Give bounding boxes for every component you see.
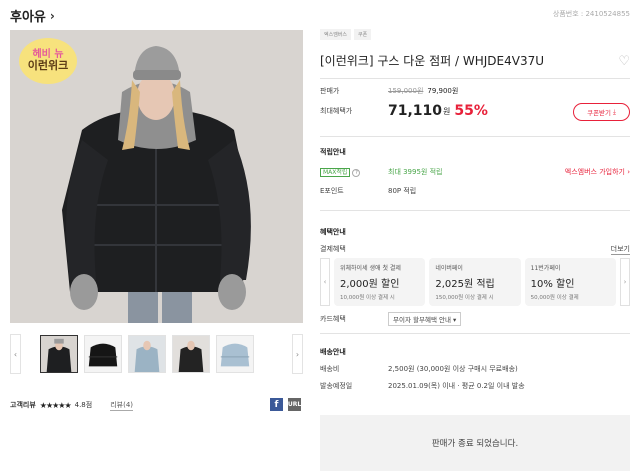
benefit-cards: ‹ 위체하이세 생애 첫 결제 2,000원 할인 10,000원 이상 결제 … — [320, 257, 630, 307]
delivery-fee-value: 2,500원 (30,000원 이상 구매시 무료배송) — [388, 365, 518, 373]
epoint-label: E포인트 — [320, 187, 344, 195]
thumbnail-3[interactable] — [128, 335, 166, 373]
max-points-text: 최대 3995원 적립 — [388, 168, 443, 176]
cards-prev-button[interactable]: ‹ — [320, 258, 330, 306]
thumbnail-4[interactable] — [172, 335, 210, 373]
brand-name: 후아유 — [10, 10, 46, 25]
product-info-panel: 엑스엠버스 쿠폰 [이런위크] 구스 다운 점퍼 / WHJDE4V37U ♡ … — [320, 0, 630, 471]
benefit-title: 혜택안내 — [320, 228, 346, 236]
pay-benefit-label: 결제혜택 — [320, 245, 346, 253]
max-tag: MAX적립 — [320, 168, 351, 177]
delivery-fee-label: 배송비 — [320, 365, 340, 373]
card-provider: 위체하이세 생애 첫 결제 — [340, 265, 401, 272]
discount-rate: 55% — [454, 103, 488, 119]
badge-line2: 이런위크 — [27, 59, 69, 73]
best-price-row: 최대혜택가 71,110 원 55% — [320, 103, 488, 119]
cards-next-button[interactable]: › — [619, 258, 630, 306]
chevron-right-icon: › — [49, 8, 55, 23]
currency-unit: 원 — [443, 106, 451, 116]
benefit-card[interactable]: 11번가페이 10% 할인 50,000원 이상 결제 — [524, 258, 616, 306]
join-xmembers-link[interactable]: 엑스엠버스 가입하기 › — [565, 167, 630, 177]
original-price: 159,000원 — [388, 87, 424, 95]
thumbnail-2[interactable] — [84, 335, 122, 373]
card-benefit-row: 카드혜택 무이자 할부혜택 안내 ▾ — [320, 312, 462, 326]
tag-coupon: 쿠폰 — [354, 29, 372, 40]
card-condition: 50,000원 이상 결제 — [530, 295, 579, 301]
review-link[interactable]: 리뷰(4) — [110, 400, 133, 411]
best-price-label: 최대혜택가 — [320, 107, 353, 115]
thumb-prev-button[interactable]: ‹ — [10, 334, 21, 374]
ship-date-value: 2025.01.09(목) 이내 · 평균 0.2일 이내 발송 — [388, 382, 525, 390]
delivery-fee-row: 배송비 2,500원 (30,000원 이상 구매시 무료배송) — [320, 364, 518, 374]
card-benefit: 10% 할인 — [530, 279, 575, 290]
card-benefit: 2,025원 적립 — [435, 279, 495, 290]
thumbnail-list — [21, 335, 292, 373]
divider — [320, 333, 630, 334]
divider — [320, 78, 630, 79]
divider — [320, 136, 630, 137]
tag-xmembers: 엑스엠버스 — [320, 29, 352, 40]
epoint-value: 80P 적립 — [388, 187, 417, 195]
card-provider: 11번가페이 — [530, 265, 561, 272]
delivery-title: 배송안내 — [320, 348, 346, 356]
soldout-notice: 판매가 종료 되었습니다. — [320, 415, 630, 471]
help-icon[interactable]: ? — [352, 169, 361, 177]
facebook-icon[interactable]: f — [270, 398, 283, 411]
event-badge: 헤비 뉴 이런위크 — [19, 38, 77, 84]
more-link[interactable]: 더보기 — [610, 244, 630, 255]
main-product-image[interactable]: 헤비 뉴 이런위크 — [10, 30, 303, 323]
benefit-card[interactable]: 네이버페이 2,025원 적립 150,000원 이상 결제 시 — [429, 258, 521, 306]
card-condition: 10,000원 이상 결제 시 — [340, 295, 395, 301]
coupon-label: 쿠폰받기 — [587, 109, 612, 117]
rating-score: 4.8점 — [74, 401, 93, 409]
card-condition: 150,000원 이상 결제 시 — [435, 295, 494, 301]
product-tags: 엑스엠버스 쿠폰 — [320, 29, 372, 40]
thumb-next-button[interactable]: › — [292, 334, 303, 374]
benefit-card[interactable]: 위체하이세 생애 첫 결제 2,000원 할인 10,000원 이상 결제 시 — [334, 258, 426, 306]
card-provider: 네이버페이 — [435, 265, 463, 272]
sale-price: 79,900원 — [427, 87, 459, 95]
max-points-row: MAX적립? 최대 3995원 적립 — [320, 167, 442, 177]
best-price: 71,110 — [388, 103, 443, 119]
points-title: 적립안내 — [320, 148, 346, 156]
rating-stars: ★★★★★ — [39, 400, 72, 410]
price-label: 판매가 — [320, 87, 340, 95]
review-label: 고객리뷰 — [10, 401, 36, 409]
thumbnail-strip: ‹ › — [10, 333, 303, 375]
download-icon: ⤓ — [613, 107, 616, 116]
price-row: 판매가 159,000원 79,900원 — [320, 86, 458, 96]
card-benefit: 2,000원 할인 — [340, 279, 400, 290]
ship-date-row: 발송예정일 2025.01.09(목) 이내 · 평균 0.2일 이내 발송 — [320, 381, 525, 391]
copy-url-button[interactable]: URL — [288, 398, 301, 411]
thumbnail-5[interactable] — [216, 335, 254, 373]
ship-date-label: 발송예정일 — [320, 382, 353, 390]
product-title: [이런위크] 구스 다운 점퍼 / WHJDE4V37U — [320, 54, 545, 68]
brand-link[interactable]: 후아유 › — [10, 6, 55, 26]
max-points-label-group: MAX적립? — [320, 167, 388, 177]
review-row: 고객리뷰 ★★★★★ 4.8점 리뷰(4) f URL — [10, 398, 303, 412]
epoint-row: E포인트 80P 적립 — [320, 186, 416, 196]
divider — [320, 210, 630, 211]
coupon-button[interactable]: 쿠폰받기 ⤓ — [573, 103, 630, 121]
heart-icon[interactable]: ♡ — [618, 54, 630, 69]
thumbnail-1[interactable] — [40, 335, 78, 373]
installment-select[interactable]: 무이자 할부혜택 안내 ▾ — [388, 312, 462, 326]
card-benefit-label: 카드혜택 — [320, 315, 346, 323]
